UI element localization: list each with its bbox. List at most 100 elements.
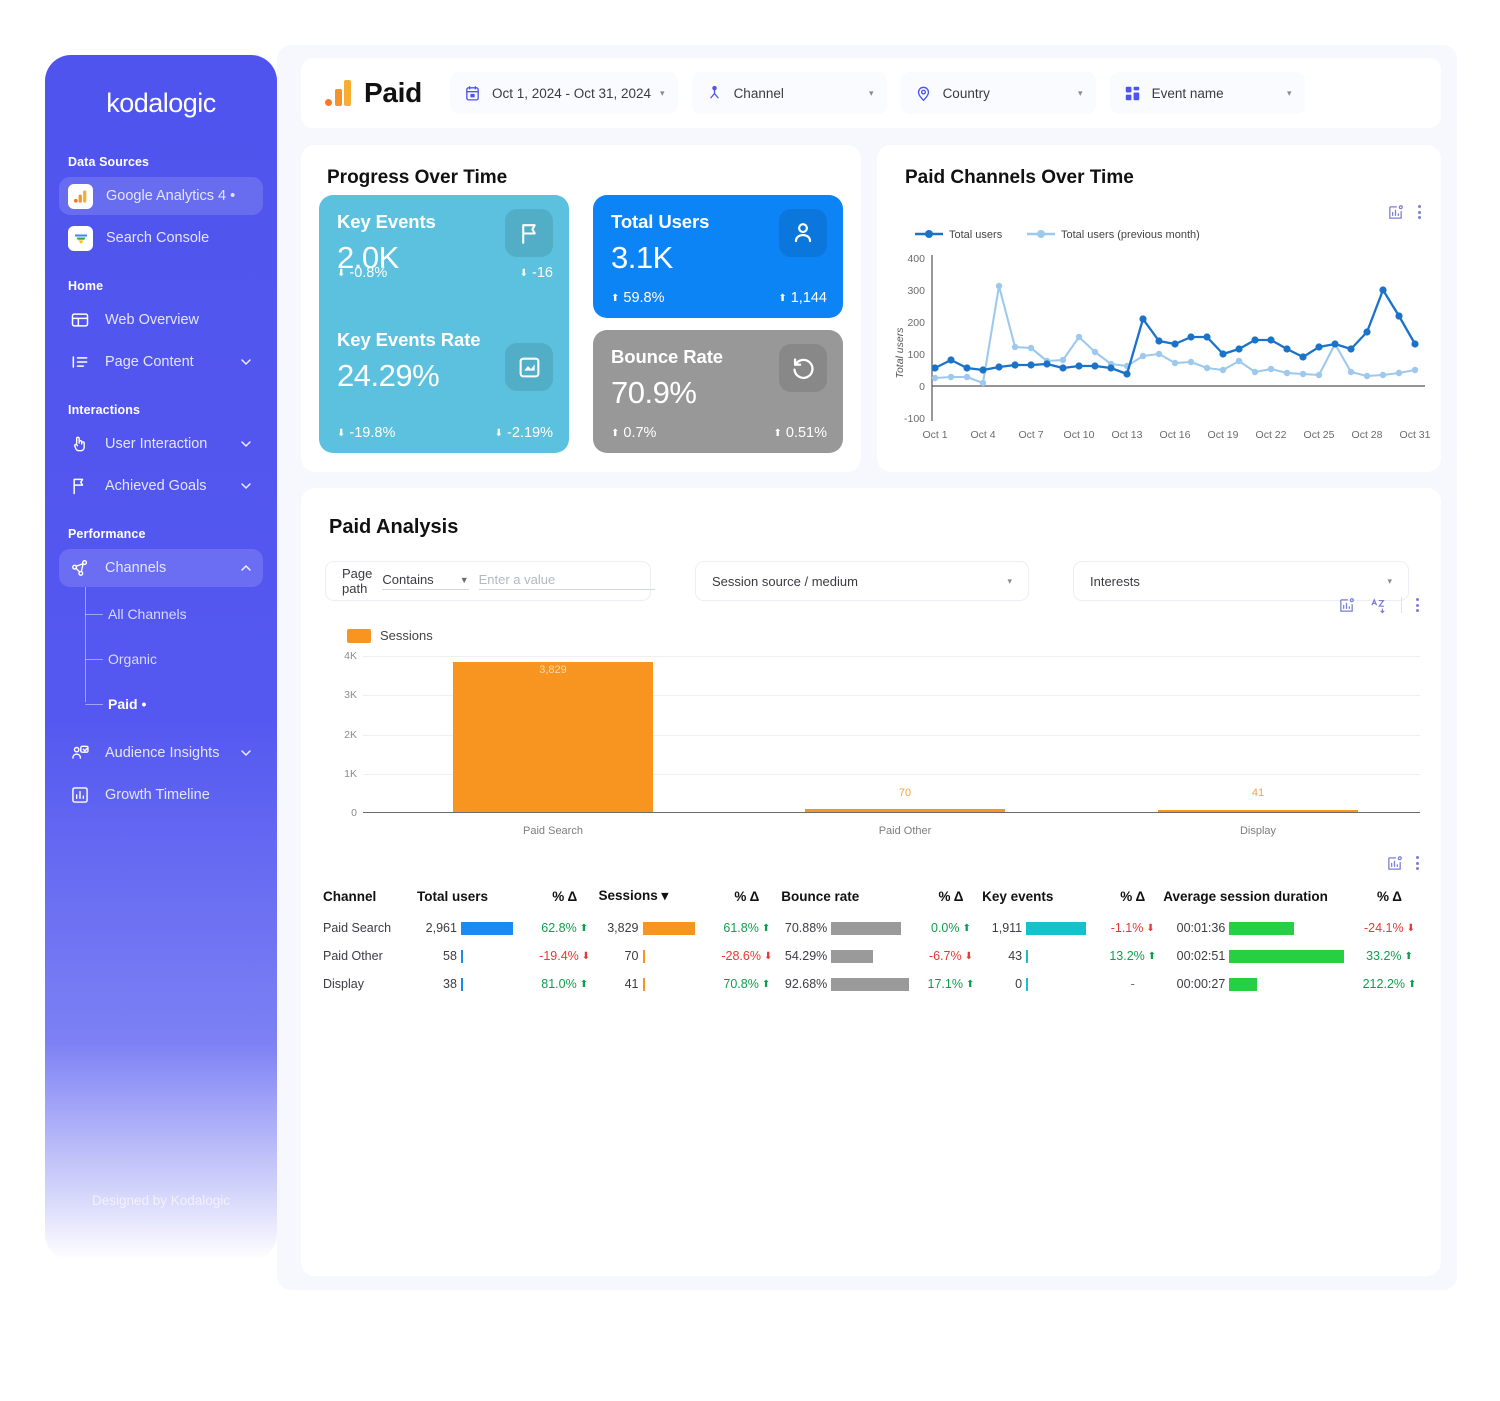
chevron-down-icon[interactable]: ▾: [1387, 576, 1392, 587]
sidebar-item-google-analytics-4[interactable]: Google Analytics 4 •: [59, 177, 263, 215]
col-total-users-delta[interactable]: % Δ: [531, 888, 599, 914]
interests-select[interactable]: Interests ▾: [1073, 561, 1409, 601]
cell-avg-duration-delta: -24.1% ⬇: [1364, 921, 1415, 935]
page-path-value-input[interactable]: [478, 572, 655, 590]
filter-date-range[interactable]: Oct 1, 2024 - Oct 31, 2024 ▾: [449, 72, 678, 114]
gridline: [363, 656, 1420, 657]
arrow-up-icon: ⬆: [611, 292, 620, 304]
table-row[interactable]: Paid Other 58 -19.4% ⬇ 70 -28.6% ⬇ 54.29% …: [323, 942, 1423, 970]
sidebar-item-audience-insights[interactable]: Audience Insights: [59, 734, 263, 772]
svg-text:100: 100: [907, 349, 925, 361]
filter-channel[interactable]: Channel ▾: [691, 72, 887, 114]
svg-text:-100: -100: [904, 413, 925, 425]
sessions-bar-chart: Sessions 4K 3K 2K 1K 0 3,829 70 41 Paid …: [325, 628, 1420, 843]
col-bounce-rate-delta[interactable]: % Δ: [920, 888, 982, 914]
explore-chart-icon[interactable]: [1386, 203, 1404, 221]
card-title: Progress Over Time: [327, 167, 508, 188]
sidebar-item-growth-timeline[interactable]: Growth Timeline: [59, 776, 263, 814]
svg-text:400: 400: [907, 253, 925, 265]
undo-icon: [779, 344, 827, 392]
sidebar-subitem-organic[interactable]: Organic: [85, 636, 263, 681]
more-options-icon[interactable]: [1416, 598, 1419, 612]
metric-bar-key-events: [1026, 921, 1087, 935]
sidebar-subitem-paid[interactable]: Paid •: [85, 681, 263, 726]
y-tick: 1K: [344, 767, 357, 780]
sidebar-item-page-content[interactable]: Page Content: [59, 343, 263, 381]
sidebar-item-search-console[interactable]: Search Console: [59, 219, 263, 257]
sidebar-item-achieved-goals[interactable]: Achieved Goals: [59, 467, 263, 505]
bar-chart-plot: 4K 3K 2K 1K 0 3,829 70 41 Paid Search Pa…: [344, 650, 1420, 837]
col-avg-session-duration[interactable]: Average session duration: [1163, 888, 1356, 914]
metric-bar-sessions: [642, 921, 695, 935]
sidebar-section-home: Home: [68, 279, 104, 293]
col-sessions-delta[interactable]: % Δ: [712, 888, 781, 914]
chevron-down-icon[interactable]: [238, 745, 254, 761]
sidebar-item-user-interaction[interactable]: User Interaction: [59, 425, 263, 463]
session-source-medium-select[interactable]: Session source / medium ▾: [695, 561, 1029, 601]
filter-event-name[interactable]: Event name ▾: [1109, 72, 1305, 114]
cell-channel: Display: [323, 977, 364, 991]
col-key-events-delta[interactable]: % Δ: [1102, 888, 1163, 914]
chevron-down-icon[interactable]: [238, 436, 254, 452]
sort-alphabetical-icon[interactable]: [1369, 596, 1387, 614]
cell-total-users-delta: 81.0% ⬆: [541, 977, 589, 991]
table-row[interactable]: Paid Search 2,961 62.8% ⬆ 3,829 61.8% ⬆ 70…: [323, 914, 1423, 942]
chevron-down-icon[interactable]: ▾: [1287, 88, 1292, 99]
sidebar-subitem-label: Organic: [108, 650, 158, 667]
cell-sessions-delta: 61.8% ⬆: [723, 921, 771, 935]
kpi-bounce-rate[interactable]: Bounce Rate 70.9% ⬆ 0.7% ⬆ 0.51%: [593, 330, 843, 453]
more-options-icon[interactable]: [1416, 856, 1419, 870]
more-options-icon[interactable]: [1418, 205, 1421, 219]
chart-toolbar: [1386, 203, 1421, 221]
kpi-deltas: ⬇ -19.8% ⬇ -2.19%: [337, 425, 553, 441]
metric-bar-total-users: [460, 921, 513, 935]
col-bounce-rate[interactable]: Bounce rate: [781, 888, 919, 914]
chevron-down-icon[interactable]: ▾: [1078, 88, 1083, 99]
chevron-down-icon[interactable]: [238, 354, 254, 370]
sidebar-item-channels[interactable]: Channels: [59, 549, 263, 587]
cell-bounce-rate-delta: -6.7% ⬇: [928, 949, 973, 963]
explore-chart-icon[interactable]: [1385, 854, 1403, 872]
explore-chart-icon[interactable]: [1337, 596, 1355, 614]
page-path-operator-select[interactable]: Contains ▼: [382, 572, 469, 590]
kpi-total-users[interactable]: Total Users 3.1K ⬆ 59.8% ⬆ 1,144: [593, 195, 843, 318]
kpi-delta-abs: ⬆ 1,144: [778, 290, 827, 306]
kpi-delta-pct: ⬆ 0.7%: [611, 425, 657, 441]
cell-bounce-rate: 54.29%: [784, 949, 828, 963]
metric-bar-bounce-rate: [831, 921, 902, 935]
cell-total-users-delta: -19.4% ⬇: [539, 949, 591, 963]
interests-label: Interests: [1090, 573, 1140, 589]
layout-icon: [68, 308, 92, 332]
table-row[interactable]: Display 38 81.0% ⬆ 41 70.8% ⬆ 92.68% 17.1%…: [323, 970, 1423, 998]
chevron-down-icon[interactable]: ▾: [869, 88, 874, 99]
col-sessions[interactable]: Sessions ▾: [599, 888, 713, 914]
card-title: Paid Analysis: [329, 516, 459, 538]
col-avg-duration-delta[interactable]: % Δ: [1356, 888, 1423, 914]
cell-total-users: 58: [443, 949, 457, 963]
chevron-down-icon[interactable]: ▾: [1007, 576, 1012, 587]
col-key-events[interactable]: Key events: [982, 888, 1102, 914]
bar-value-label: 41: [1251, 787, 1265, 799]
chevron-down-icon[interactable]: ▼: [460, 575, 469, 585]
analysis-chart-toolbar: [1337, 596, 1419, 614]
filter-country[interactable]: Country ▾: [900, 72, 1096, 114]
page-title-text: Paid: [364, 77, 422, 108]
col-total-users[interactable]: Total users: [417, 888, 531, 914]
kpi-key-events-group[interactable]: Key Events 2.0K ⬇ -0.8% ⬇ -16 Key Events R…: [319, 195, 569, 453]
bar-paid-search[interactable]: [453, 661, 653, 812]
sidebar-item-web-overview[interactable]: Web Overview: [59, 301, 263, 339]
sidebar-section-performance: Performance: [68, 527, 146, 541]
area-chart-icon: [505, 343, 553, 391]
channels-data-table: Channel Total users % Δ Sessions ▾ % Δ B…: [323, 888, 1423, 998]
y-tick: 0: [351, 807, 357, 819]
filter-label: Oct 1, 2024 - Oct 31, 2024: [491, 85, 652, 101]
chevron-up-icon[interactable]: [238, 560, 254, 576]
chevron-down-icon[interactable]: ▾: [660, 88, 665, 99]
col-channel[interactable]: Channel: [323, 888, 417, 914]
analysis-filters: Page path Contains ▼ Session source / me…: [325, 561, 1420, 601]
main-content: Paid Oct 1, 2024 - Oct 31, 2024 ▾ Channe…: [277, 45, 1457, 1290]
sidebar-subitem-all-channels[interactable]: All Channels: [85, 591, 263, 636]
metric-bar-key-events: [1026, 977, 1029, 991]
page-path-filter[interactable]: Page path Contains ▼: [325, 561, 655, 601]
chevron-down-icon[interactable]: [238, 478, 254, 494]
